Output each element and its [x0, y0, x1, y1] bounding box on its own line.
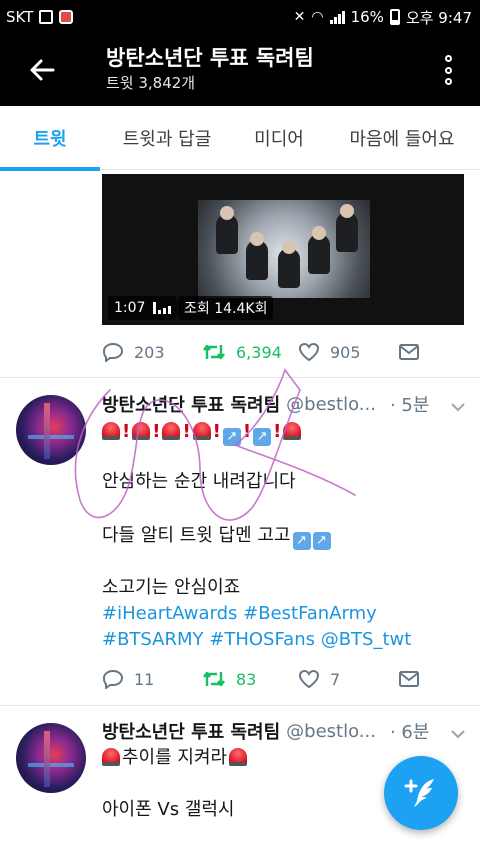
mute-icon: ✕ [293, 9, 306, 25]
like-icon [298, 669, 320, 689]
retweet-icon [203, 344, 225, 360]
tweet-actions: 11 83 7 [102, 664, 432, 694]
tab-tweets[interactable]: 트윗 [0, 106, 100, 171]
reply-button[interactable]: 203 [102, 342, 202, 362]
reply-button[interactable]: 11 [102, 669, 202, 689]
volume-icon [153, 302, 172, 314]
profile-tabs: 트윗 트윗과 답글 미디어 마음에 들어요 [0, 106, 480, 171]
tweet-text-line: 추이를 지켜라 [122, 747, 228, 768]
signal-icon [329, 10, 345, 24]
video-duration: 1:07 [114, 300, 146, 316]
reply-count: 11 [134, 669, 155, 689]
video-views-badge: 조회 14.4K회 [178, 296, 274, 320]
tweet-text-line: 안심하는 순간 내려갑니다 [102, 471, 296, 492]
like-icon [298, 342, 320, 362]
video-duration-badge: 1:07 [108, 296, 178, 320]
hashtag-line[interactable]: #iHeartAwards #BestFanArmy [102, 601, 377, 627]
retweet-button[interactable]: 83 [202, 670, 298, 689]
reply-icon [102, 669, 124, 689]
compose-tweet-button[interactable] [384, 756, 458, 830]
retweet-count: 83 [236, 669, 257, 689]
back-arrow-icon[interactable] [22, 50, 62, 90]
tab-likes[interactable]: 마음에 들어요 [324, 106, 480, 170]
like-button[interactable]: 905 [298, 342, 398, 362]
tab-media[interactable]: 미디어 [234, 106, 324, 170]
page-title: 방탄소년단 투표 독려팀 [106, 46, 314, 70]
share-button[interactable] [398, 342, 420, 362]
tweet-time: · 5분 [389, 395, 430, 416]
profile-title-box: 방탄소년단 투표 독려팀 트윗 3,842개 [106, 44, 314, 94]
retweet-count: 6,394 [236, 342, 282, 362]
retweet-button[interactable]: 6,394 [202, 343, 298, 362]
share-icon [399, 671, 419, 687]
like-button[interactable]: 7 [298, 669, 398, 689]
video-views: 조회 14.4K회 [184, 301, 268, 317]
tweet-text-line: 소고기는 안심이죠 [102, 577, 241, 598]
like-count: 7 [330, 669, 341, 689]
tweet-header: 방탄소년단 투표 독려팀 @bestlo... · 6분 [102, 717, 442, 745]
tweet-count: 트윗 3,842개 [106, 74, 196, 92]
tweet-divider [0, 705, 480, 706]
retweet-icon [203, 671, 225, 687]
hashtag-line[interactable]: #BTSARMY #THOSFans @BTS_twt [102, 627, 411, 653]
tweet-divider [0, 377, 480, 378]
user-handle[interactable]: @bestlo... [286, 394, 376, 415]
emoji-line: !!!! ↗! ↗! [102, 419, 303, 446]
tweet-header: 방탄소년단 투표 독려팀 @bestlo... · 5분 [102, 390, 442, 418]
share-button[interactable] [398, 669, 420, 689]
display-name[interactable]: 방탄소년단 투표 독려팀 [102, 391, 280, 417]
tweet-text-line: 다들 알티 트윗 답멘 고고 [102, 525, 291, 546]
share-icon [399, 344, 419, 360]
display-name[interactable]: 방탄소년단 투표 독려팀 [102, 718, 280, 744]
tweet-text-line: 아이폰 Vs 갤럭시 [102, 799, 235, 820]
tweet-text-line-row: 다들 알티 트윗 답멘 고고 ↗ ↗ [102, 523, 333, 550]
notification-icon [39, 10, 54, 24]
wifi-icon: ◠ [311, 9, 324, 25]
app-notification-icon [59, 10, 74, 24]
compose-icon [404, 779, 434, 807]
reply-icon [102, 342, 124, 362]
tweet-text-line-row: 추이를 지켜라 [102, 745, 249, 771]
tab-tweets-and-replies[interactable]: 트윗과 답글 [100, 106, 234, 170]
reply-count: 203 [134, 342, 165, 362]
user-handle[interactable]: @bestlo... [286, 721, 376, 742]
tweet-actions: 203 6,394 905 [102, 337, 432, 367]
avatar[interactable] [16, 723, 86, 793]
chevron-down-icon[interactable] [449, 398, 467, 416]
tweet-time: · 6분 [389, 722, 430, 743]
chevron-down-icon[interactable] [449, 725, 467, 743]
avatar[interactable] [16, 395, 86, 465]
status-bar: SKT ✕ ◠ 16% 오후 9:47 [0, 0, 480, 34]
like-count: 905 [330, 342, 361, 362]
video-player[interactable]: 1:07 조회 14.4K회 [102, 174, 464, 325]
more-vertical-icon[interactable] [438, 52, 458, 88]
clock: 오후 9:47 [405, 8, 472, 27]
app-bar: 방탄소년단 투표 독려팀 트윗 3,842개 [0, 34, 480, 106]
video-thumbnail [198, 200, 370, 298]
battery-icon [389, 9, 400, 25]
battery-percent: 16% [350, 8, 384, 26]
carrier-label: SKT [6, 8, 34, 26]
